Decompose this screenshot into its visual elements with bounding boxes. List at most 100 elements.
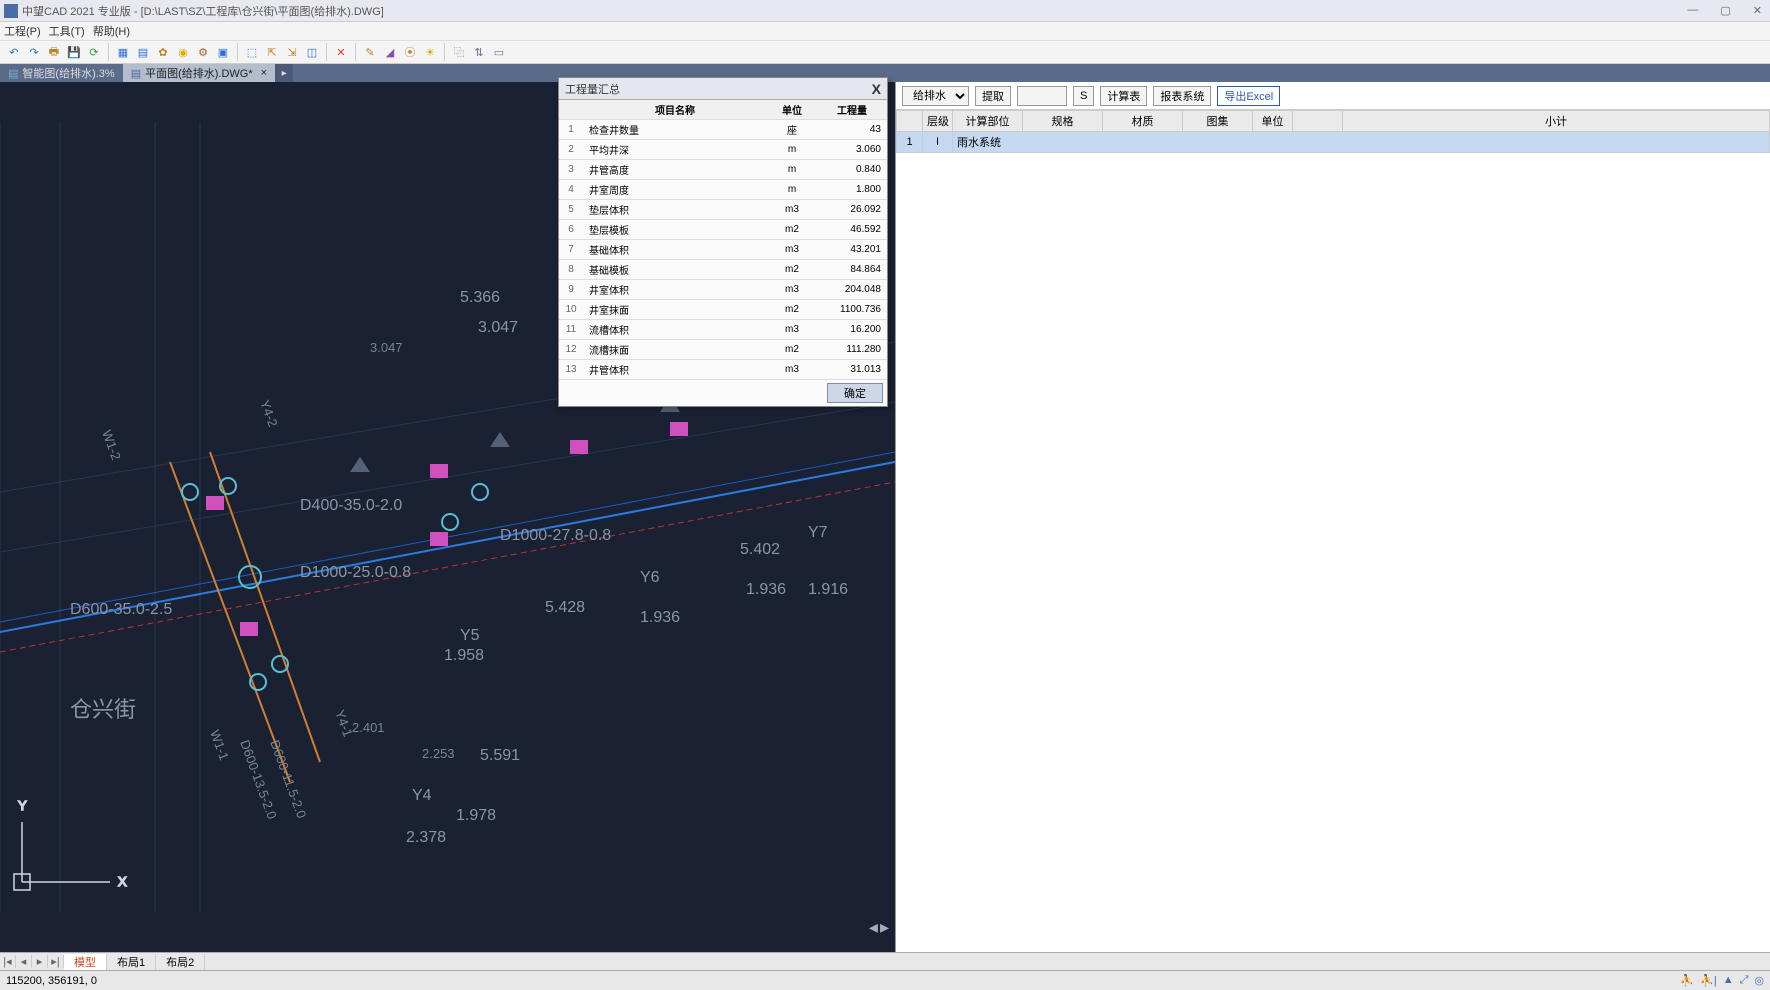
copy-icon[interactable]: ⿻	[451, 44, 467, 60]
svg-text:W1-1: W1-1	[207, 728, 232, 762]
svg-text:1.978: 1.978	[456, 807, 496, 824]
dialog-close-icon[interactable]: X	[872, 81, 881, 97]
svg-text:Y: Y	[18, 798, 27, 813]
svg-text:D1000-27.8-0.8: D1000-27.8-0.8	[500, 527, 611, 544]
tab-nav-last[interactable]: ▸|	[48, 955, 64, 968]
svg-text:5.402: 5.402	[740, 541, 780, 558]
settings-icon[interactable]: ✿	[155, 44, 171, 60]
dialog-ok-button[interactable]: 确定	[827, 383, 883, 403]
window-title: 中望CAD 2021 专业版 - [D:\LAST\SZ\工程库\仓兴街\平面图…	[22, 3, 384, 19]
svg-text:Y7: Y7	[808, 524, 828, 541]
svg-text:Y5: Y5	[460, 627, 480, 644]
undo-icon[interactable]: ↶	[6, 44, 22, 60]
model-tabs: |◂ ◂ ▸ ▸| 模型 布局1 布局2	[0, 952, 1770, 970]
menu-help[interactable]: 帮助(H)	[93, 23, 130, 39]
print-icon[interactable]: 🖶	[46, 44, 62, 60]
person2-icon[interactable]: ▲	[1723, 974, 1734, 987]
doc-tab-2[interactable]: ▤平面图(给排水).DWG* ×	[123, 64, 275, 82]
layer2-icon[interactable]: ▣	[215, 44, 231, 60]
s-button[interactable]: S	[1073, 86, 1094, 106]
svg-text:1.958: 1.958	[444, 647, 484, 664]
layer-icon[interactable]: ▦	[115, 44, 131, 60]
tab-nav-prev[interactable]: ◂	[16, 955, 32, 968]
summary-table: 项目名称 单位 工程量 1检查井数量座432平均井深m3.0603井管高度m0.…	[559, 100, 887, 380]
grid-icon[interactable]: ▤	[135, 44, 151, 60]
summary-row[interactable]: 5垫层体积m326.092	[559, 200, 887, 220]
doc-tab-add[interactable]: ▸	[275, 64, 293, 82]
app-icon	[4, 4, 18, 18]
doc-tab-1[interactable]: ▤智能图(给排水).3%	[0, 64, 123, 82]
report-button[interactable]: 报表系统	[1153, 86, 1211, 106]
cad-text: 5.366	[460, 289, 500, 306]
rp-grid[interactable]: 层级 计算部位 规格 材质 图集 单位 小计 1I雨水系统	[896, 110, 1770, 952]
tab-nav-first[interactable]: |◂	[0, 955, 16, 968]
edit-icon[interactable]: ✎	[362, 44, 378, 60]
measure-icon[interactable]: ◢	[382, 44, 398, 60]
select-icon[interactable]: ⬚	[244, 44, 260, 60]
summary-row[interactable]: 9井室体积m3204.048	[559, 280, 887, 300]
summary-row[interactable]: 7基础体积m343.201	[559, 240, 887, 260]
tab-layout2[interactable]: 布局2	[156, 954, 205, 970]
summary-row[interactable]: 10井室抹面m21100.736	[559, 300, 887, 320]
cad-nav-arrows[interactable]: ◂▸	[869, 917, 889, 938]
summary-row[interactable]: 3井管高度m0.840	[559, 160, 887, 180]
summary-row[interactable]: 4井室周度m1.800	[559, 180, 887, 200]
doc-tab-2-label: 平面图(给排水).DWG*	[145, 65, 253, 81]
pane-icon[interactable]: ◫	[304, 44, 320, 60]
sun-icon[interactable]: ☀	[422, 44, 438, 60]
dim-icon[interactable]: ⇱	[264, 44, 280, 60]
summary-row[interactable]: 12流槽抹面m2111.280	[559, 340, 887, 360]
svg-text:D600-35.0-2.5: D600-35.0-2.5	[70, 601, 172, 618]
svg-text:5.591: 5.591	[480, 747, 520, 764]
target-icon[interactable]: ◎	[1754, 974, 1764, 987]
doc-tab-close-icon[interactable]: ×	[261, 67, 267, 79]
table-row[interactable]: 1I雨水系统	[897, 132, 1770, 153]
summary-dialog[interactable]: 工程量汇总 X 项目名称 单位 工程量 1检查井数量座432平均井深m3.060…	[558, 77, 888, 407]
person-icon[interactable]: ⛹	[1680, 974, 1694, 987]
svg-text:仓兴街: 仓兴街	[70, 697, 136, 722]
tree-icon[interactable]: ⇅	[471, 44, 487, 60]
person-arrow-icon[interactable]: ⛹|	[1700, 974, 1717, 987]
svg-text:1.936: 1.936	[640, 609, 680, 626]
menu-tools[interactable]: 工具(T)	[49, 23, 85, 39]
tab-nav-next[interactable]: ▸	[32, 955, 48, 968]
svg-text:Y4-2: Y4-2	[257, 398, 280, 429]
tab-model[interactable]: 模型	[64, 954, 107, 970]
summary-row[interactable]: 13井管体积m331.013	[559, 360, 887, 380]
dim2-icon[interactable]: ⇲	[284, 44, 300, 60]
summary-row[interactable]: 1检查井数量座43	[559, 120, 887, 140]
svg-text:1.936: 1.936	[746, 581, 786, 598]
extract-button[interactable]: 提取	[975, 86, 1011, 106]
tab-layout1[interactable]: 布局1	[107, 954, 156, 970]
menu-project[interactable]: 工程(P)	[4, 23, 41, 39]
rp-toolbar: 给排水 提取 S 计算表 报表系统 导出Excel	[896, 82, 1770, 110]
svg-text:Y6: Y6	[640, 569, 660, 586]
summary-row[interactable]: 6垫层模板m246.592	[559, 220, 887, 240]
delete-icon[interactable]: ✕	[333, 44, 349, 60]
tool-icon[interactable]: ⚙	[195, 44, 211, 60]
save-icon[interactable]: 💾	[66, 44, 82, 60]
svg-text:5.428: 5.428	[545, 599, 585, 616]
svg-text:2.253: 2.253	[422, 746, 455, 761]
expand-icon[interactable]: ⤢	[1740, 974, 1749, 987]
toolbar: ↶ ↷ 🖶 💾 ⟳ ▦ ▤ ✿ ◉ ⚙ ▣ ⬚ ⇱ ⇲ ◫ ✕ ✎ ◢ ⦿ ☀ …	[0, 40, 1770, 64]
svg-text:Y4-1: Y4-1	[332, 708, 355, 739]
refresh-icon[interactable]: ⟳	[86, 44, 102, 60]
rp-header-row: 层级 计算部位 规格 材质 图集 单位 小计	[897, 111, 1770, 132]
redo-icon[interactable]: ↷	[26, 44, 42, 60]
close-button[interactable]: ✕	[1749, 4, 1766, 17]
svg-text:3.047: 3.047	[478, 319, 518, 336]
export-excel-button[interactable]: 导出Excel	[1217, 86, 1280, 106]
rect-icon[interactable]: ▭	[491, 44, 507, 60]
svg-text:2.378: 2.378	[406, 829, 446, 846]
summary-row[interactable]: 8基础模板m284.864	[559, 260, 887, 280]
color-icon[interactable]: ◉	[175, 44, 191, 60]
calc-button[interactable]: 计算表	[1100, 86, 1147, 106]
spec-input[interactable]	[1017, 86, 1067, 106]
polyline-icon[interactable]: ⦿	[402, 44, 418, 60]
minimize-button[interactable]: —	[1683, 4, 1702, 17]
summary-row[interactable]: 11流槽体积m316.200	[559, 320, 887, 340]
filter-select[interactable]: 给排水	[902, 86, 969, 106]
summary-row[interactable]: 2平均井深m3.060	[559, 140, 887, 160]
maximize-button[interactable]: ▢	[1716, 4, 1734, 17]
